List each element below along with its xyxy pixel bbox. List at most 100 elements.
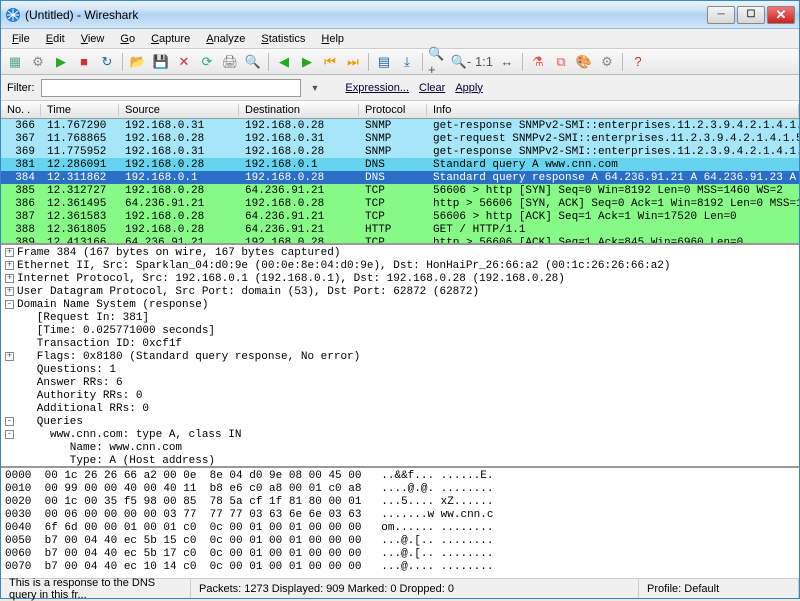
hex-toggle-icon[interactable]: ▤ bbox=[374, 52, 394, 72]
hex-line[interactable]: 0020 00 1c 00 35 f5 98 00 85 78 5a cf 1f… bbox=[5, 496, 795, 509]
hex-line[interactable]: 0040 6f 6d 00 00 01 00 01 c0 0c 00 01 00… bbox=[5, 522, 795, 535]
find-icon[interactable]: 🔍 bbox=[243, 52, 263, 72]
zoom-out-icon[interactable]: 🔍- bbox=[451, 52, 471, 72]
auto-scroll-icon[interactable]: ⤓ bbox=[397, 52, 417, 72]
open-icon[interactable]: 📂 bbox=[128, 52, 148, 72]
packet-row[interactable]: 36711.768865192.168.0.28192.168.0.31SNMP… bbox=[1, 132, 799, 145]
clear-button[interactable]: Clear bbox=[417, 82, 447, 94]
menu-capture[interactable]: Capture bbox=[144, 31, 197, 47]
help-icon[interactable]: ? bbox=[628, 52, 648, 72]
packet-list-pane[interactable]: No. . Time Source Destination Protocol I… bbox=[1, 101, 799, 245]
hex-line[interactable]: 0060 b7 00 04 40 ec 5b 17 c0 0c 00 01 00… bbox=[5, 548, 795, 561]
menu-view[interactable]: View bbox=[74, 31, 112, 47]
packet-row[interactable]: 38912.41316664.236.91.21192.168.0.28TCPh… bbox=[1, 236, 799, 245]
detail-line[interactable]: - Queries bbox=[5, 416, 795, 429]
menu-edit[interactable]: Edit bbox=[39, 31, 72, 47]
menu-help[interactable]: Help bbox=[314, 31, 351, 47]
options-icon[interactable]: ⚙ bbox=[28, 52, 48, 72]
display-filter-icon[interactable]: ⧉ bbox=[551, 52, 571, 72]
goto-last-icon[interactable]: ⏭ bbox=[343, 52, 363, 72]
restart-capture-icon[interactable]: ↻ bbox=[97, 52, 117, 72]
col-header-dst[interactable]: Destination bbox=[239, 104, 359, 116]
tree-toggle-icon[interactable]: + bbox=[5, 261, 14, 270]
col-header-time[interactable]: Time bbox=[41, 104, 119, 116]
reload-icon[interactable]: ⟳ bbox=[197, 52, 217, 72]
detail-line[interactable]: Type: A (Host address) bbox=[5, 455, 795, 468]
col-header-info[interactable]: Info bbox=[427, 104, 799, 116]
col-header-proto[interactable]: Protocol bbox=[359, 104, 427, 116]
minimize-button[interactable]: ─ bbox=[707, 6, 735, 24]
hex-line[interactable]: 0000 00 1c 26 26 66 a2 00 0e 8e 04 d0 9e… bbox=[5, 470, 795, 483]
filter-dropdown-icon[interactable]: ▼ bbox=[307, 83, 324, 93]
detail-line[interactable]: [Request In: 381] bbox=[5, 312, 795, 325]
hex-line[interactable]: 0030 00 06 00 00 00 00 03 77 77 77 03 63… bbox=[5, 509, 795, 522]
menu-analyze[interactable]: Analyze bbox=[199, 31, 252, 47]
zoom-in-icon[interactable]: 🔍+ bbox=[428, 52, 448, 72]
go-back-icon[interactable]: ◀ bbox=[274, 52, 294, 72]
detail-text: Additional RRs: 0 bbox=[17, 403, 149, 415]
packet-bytes-pane[interactable]: 0000 00 1c 26 26 66 a2 00 0e 8e 04 d0 9e… bbox=[1, 468, 799, 578]
packet-row[interactable]: 38612.36149564.236.91.21192.168.0.28TCPh… bbox=[1, 197, 799, 210]
capture-filter-icon[interactable]: ⚗ bbox=[528, 52, 548, 72]
close-icon[interactable]: ✕ bbox=[174, 52, 194, 72]
close-button[interactable]: ✕ bbox=[767, 6, 795, 24]
detail-line[interactable]: Name: www.cnn.com bbox=[5, 442, 795, 455]
detail-line[interactable]: +Internet Protocol, Src: 192.168.0.1 (19… bbox=[5, 273, 795, 286]
maximize-button[interactable]: ☐ bbox=[737, 6, 765, 24]
col-header-no[interactable]: No. . bbox=[1, 104, 41, 116]
goto-first-icon[interactable]: ⏮ bbox=[320, 52, 340, 72]
tree-toggle-icon[interactable]: + bbox=[5, 352, 14, 361]
filter-input[interactable] bbox=[41, 79, 301, 97]
col-header-src[interactable]: Source bbox=[119, 104, 239, 116]
tree-toggle-icon[interactable]: + bbox=[5, 274, 14, 283]
detail-line[interactable]: Transaction ID: 0xcf1f bbox=[5, 338, 795, 351]
packet-list-header[interactable]: No. . Time Source Destination Protocol I… bbox=[1, 101, 799, 119]
packet-row[interactable]: 36611.767290192.168.0.31192.168.0.28SNMP… bbox=[1, 119, 799, 132]
hex-line[interactable]: 0050 b7 00 04 40 ec 5b 15 c0 0c 00 01 00… bbox=[5, 535, 795, 548]
tree-toggle-icon[interactable]: - bbox=[5, 300, 14, 309]
expression-button[interactable]: Expression... bbox=[343, 82, 411, 94]
stop-capture-icon[interactable]: ■ bbox=[74, 52, 94, 72]
tree-toggle-icon[interactable]: - bbox=[5, 417, 14, 426]
preferences-icon[interactable]: ⚙ bbox=[597, 52, 617, 72]
detail-line[interactable]: + Flags: 0x8180 (Standard query response… bbox=[5, 351, 795, 364]
packet-row[interactable]: 38712.361583192.168.0.2864.236.91.21TCP5… bbox=[1, 210, 799, 223]
packet-row[interactable]: 38512.312727192.168.0.2864.236.91.21TCP5… bbox=[1, 184, 799, 197]
packet-row[interactable]: 38112.286091192.168.0.28192.168.0.1DNSSt… bbox=[1, 158, 799, 171]
cell-dst: 192.168.0.28 bbox=[239, 120, 359, 132]
title-bar[interactable]: (Untitled) - Wireshark ─ ☐ ✕ bbox=[1, 1, 799, 29]
menu-go[interactable]: Go bbox=[113, 31, 142, 47]
detail-line[interactable]: - www.cnn.com: type A, class IN bbox=[5, 429, 795, 442]
interfaces-icon[interactable]: ▦ bbox=[5, 52, 25, 72]
tree-toggle-icon[interactable]: - bbox=[5, 430, 14, 439]
hex-line[interactable]: 0070 b7 00 04 40 ec 10 14 c0 0c 00 01 00… bbox=[5, 561, 795, 574]
detail-line[interactable]: -Domain Name System (response) bbox=[5, 299, 795, 312]
detail-line[interactable]: Answer RRs: 6 bbox=[5, 377, 795, 390]
cell-proto: DNS bbox=[359, 159, 427, 171]
save-icon[interactable]: 💾 bbox=[151, 52, 171, 72]
detail-line[interactable]: +User Datagram Protocol, Src Port: domai… bbox=[5, 286, 795, 299]
tree-toggle-icon[interactable]: + bbox=[5, 287, 14, 296]
detail-line[interactable]: Questions: 1 bbox=[5, 364, 795, 377]
packet-row[interactable]: 36911.775952192.168.0.31192.168.0.28SNMP… bbox=[1, 145, 799, 158]
menu-statistics[interactable]: Statistics bbox=[254, 31, 312, 47]
menu-file[interactable]: File bbox=[5, 31, 37, 47]
packet-row[interactable]: 38412.311862192.168.0.1192.168.0.28DNSSt… bbox=[1, 171, 799, 184]
packet-details-pane[interactable]: +Frame 384 (167 bytes on wire, 167 bytes… bbox=[1, 245, 799, 468]
zoom-reset-icon[interactable]: 1:1 bbox=[474, 52, 494, 72]
coloring-rules-icon[interactable]: 🎨 bbox=[574, 52, 594, 72]
detail-line[interactable]: Additional RRs: 0 bbox=[5, 403, 795, 416]
hex-line[interactable]: 0010 00 99 00 00 40 00 40 11 b8 e6 c0 a8… bbox=[5, 483, 795, 496]
start-capture-icon[interactable]: ▶ bbox=[51, 52, 71, 72]
detail-line[interactable]: +Frame 384 (167 bytes on wire, 167 bytes… bbox=[5, 247, 795, 260]
go-forward-icon[interactable]: ▶ bbox=[297, 52, 317, 72]
resize-columns-icon[interactable]: ↔ bbox=[497, 52, 517, 72]
print-icon[interactable]: 🖨 bbox=[220, 52, 240, 72]
detail-line[interactable]: +Ethernet II, Src: Sparklan_04:d0:9e (00… bbox=[5, 260, 795, 273]
detail-line[interactable]: Authority RRs: 0 bbox=[5, 390, 795, 403]
detail-line[interactable]: [Time: 0.025771000 seconds] bbox=[5, 325, 795, 338]
apply-button[interactable]: Apply bbox=[453, 82, 485, 94]
detail-text: [Request In: 381] bbox=[17, 312, 149, 324]
tree-toggle-icon[interactable]: + bbox=[5, 248, 14, 257]
packet-row[interactable]: 38812.361805192.168.0.2864.236.91.21HTTP… bbox=[1, 223, 799, 236]
